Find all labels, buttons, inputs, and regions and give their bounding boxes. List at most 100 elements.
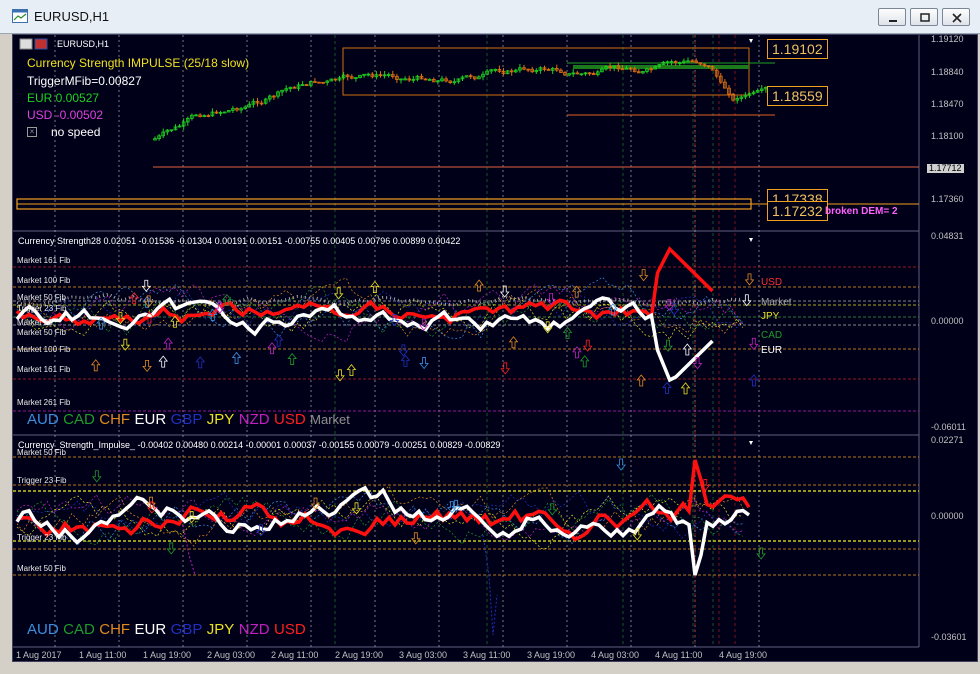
strength-fib: Market 100 Fib bbox=[17, 276, 71, 285]
price-tick: 1.18100 bbox=[931, 131, 964, 141]
price-tick: 1.17360 bbox=[931, 194, 964, 204]
strength-fib: Market 50 Fib bbox=[17, 293, 66, 302]
window-title: EURUSD,H1 bbox=[34, 9, 110, 24]
signal-arrow bbox=[287, 352, 298, 365]
signal-arrow bbox=[166, 542, 177, 555]
level-box-2: 1.18559 bbox=[767, 86, 828, 106]
legend-aud: AUD bbox=[27, 411, 59, 428]
minimize-icon bbox=[889, 20, 897, 22]
impulse-tick: 0.02271 bbox=[931, 435, 964, 445]
signal-arrow bbox=[273, 334, 284, 347]
level-box-4: 1.17232 bbox=[767, 201, 828, 221]
price-tick: 1.19120 bbox=[931, 34, 964, 44]
strength-currency-legend: AUD CAD CHF EUR GBP JPY NZD USD Market bbox=[27, 412, 350, 428]
signal-arrow bbox=[741, 294, 752, 307]
signal-arrow bbox=[163, 337, 174, 350]
time-tick: 4 Aug 11:00 bbox=[655, 650, 703, 660]
signal-arrow bbox=[756, 547, 766, 560]
restore-button[interactable] bbox=[910, 8, 938, 26]
symbol-label: EURUSD,H1 bbox=[57, 39, 110, 49]
signal-arrow bbox=[682, 343, 693, 356]
signal-arrow bbox=[582, 339, 593, 352]
current-price-tag: 1.17712 bbox=[927, 163, 964, 173]
price-tick: 1.18470 bbox=[931, 99, 964, 109]
time-tick: 1 Aug 2017 bbox=[16, 650, 62, 660]
legend-jpy: JPY bbox=[206, 411, 235, 428]
signal-arrow bbox=[616, 458, 626, 471]
strength-fib: Market 50 Fib bbox=[17, 328, 66, 337]
strength-fib: Market 161 Fib bbox=[17, 256, 71, 265]
line-label-jpy: JPY bbox=[761, 311, 780, 322]
time-tick: 4 Aug 03:00 bbox=[591, 650, 640, 660]
signal-arrow bbox=[636, 374, 647, 387]
signal-arrow bbox=[410, 532, 421, 545]
impulse-line bbox=[16, 491, 743, 547]
chart-canvas[interactable] bbox=[13, 35, 977, 661]
signal-arrow bbox=[474, 279, 484, 292]
legend-eur: EUR bbox=[134, 411, 167, 428]
minimize-button[interactable] bbox=[878, 8, 906, 26]
signal-arrow bbox=[571, 285, 582, 298]
legend-gbp: GBP bbox=[170, 411, 203, 428]
time-tick: 2 Aug 03:00 bbox=[207, 650, 256, 660]
legend-chf: CHF bbox=[99, 411, 131, 428]
time-tick: 4 Aug 19:00 bbox=[719, 650, 768, 660]
eur-value: EUR 0.00527 bbox=[27, 91, 100, 105]
impulse-currency-legend: AUD CAD CHF EUR GBP JPY NZD USD bbox=[27, 622, 306, 638]
signal-arrow bbox=[346, 364, 357, 377]
trigger-value: TriggerMFib=0.00827 bbox=[27, 74, 142, 88]
impulse-fib: Market 50 Fib bbox=[17, 448, 66, 457]
legend-market: Market bbox=[310, 412, 350, 427]
broken-label: broken DEM= 2 bbox=[825, 206, 898, 217]
signal-arrow bbox=[142, 359, 152, 373]
level-box-1: 1.19102 bbox=[767, 39, 828, 59]
signal-arrow bbox=[680, 382, 691, 395]
restore-icon bbox=[920, 13, 930, 22]
signal-arrow bbox=[398, 344, 409, 357]
signal-arrow bbox=[662, 381, 672, 394]
impulse-spike bbox=[182, 524, 196, 576]
legend-cad: CAD bbox=[63, 411, 95, 428]
time-tick: 2 Aug 11:00 bbox=[271, 650, 319, 660]
strength-fib: Market 23 bbox=[17, 318, 53, 327]
shift-marker bbox=[749, 39, 753, 43]
signal-arrow bbox=[500, 362, 511, 375]
impulse-spike bbox=[482, 534, 498, 636]
strength-header: Currency Strength28 0.02051 -0.01536 -0.… bbox=[18, 236, 461, 246]
time-tick: 2 Aug 19:00 bbox=[335, 650, 384, 660]
impulse-fib: Trigger 23 Fib bbox=[17, 533, 67, 542]
usd-value: USD -0.00502 bbox=[27, 108, 104, 122]
legend-chf: CHF bbox=[99, 621, 131, 638]
line-label-usd: USD bbox=[761, 277, 783, 288]
range-box bbox=[342, 47, 750, 96]
speed-checkbox[interactable]: × bbox=[27, 127, 37, 137]
chart-area[interactable]: EURUSD,H1 Currency Strength IMPULSE (25/… bbox=[12, 34, 978, 662]
speed-label: no speed bbox=[51, 125, 101, 139]
legend-nzd: NZD bbox=[238, 621, 270, 638]
legend-eur: EUR bbox=[134, 621, 167, 638]
signal-arrow bbox=[562, 326, 573, 339]
legend-nzd: NZD bbox=[238, 411, 270, 428]
signal-arrow bbox=[91, 470, 102, 483]
signal-arrow bbox=[267, 342, 277, 355]
legend-aud: AUD bbox=[27, 621, 59, 638]
strength-fib: Market 261 Fib bbox=[17, 398, 71, 407]
signal-arrow bbox=[195, 356, 206, 369]
time-tick: 3 Aug 19:00 bbox=[527, 650, 576, 660]
legend-cad: CAD bbox=[63, 621, 95, 638]
signal-arrow bbox=[158, 355, 169, 368]
strength-fib: Trigger 23 Fib bbox=[17, 304, 67, 313]
strength-tick: -0.06011 bbox=[931, 422, 966, 432]
signal-arrow bbox=[572, 346, 582, 359]
signal-arrow bbox=[333, 287, 344, 300]
line-label-market: Market bbox=[761, 297, 792, 308]
strength-tick: 0.04831 bbox=[931, 231, 964, 241]
signal-arrow bbox=[547, 503, 558, 516]
shift-marker bbox=[749, 238, 753, 242]
strength-fib: Market 100 Fib bbox=[17, 345, 71, 354]
chart-window-icon bbox=[12, 9, 28, 23]
close-icon bbox=[952, 13, 962, 23]
close-button[interactable] bbox=[942, 8, 970, 26]
signal-arrow bbox=[579, 355, 590, 368]
signal-arrow bbox=[499, 285, 510, 298]
